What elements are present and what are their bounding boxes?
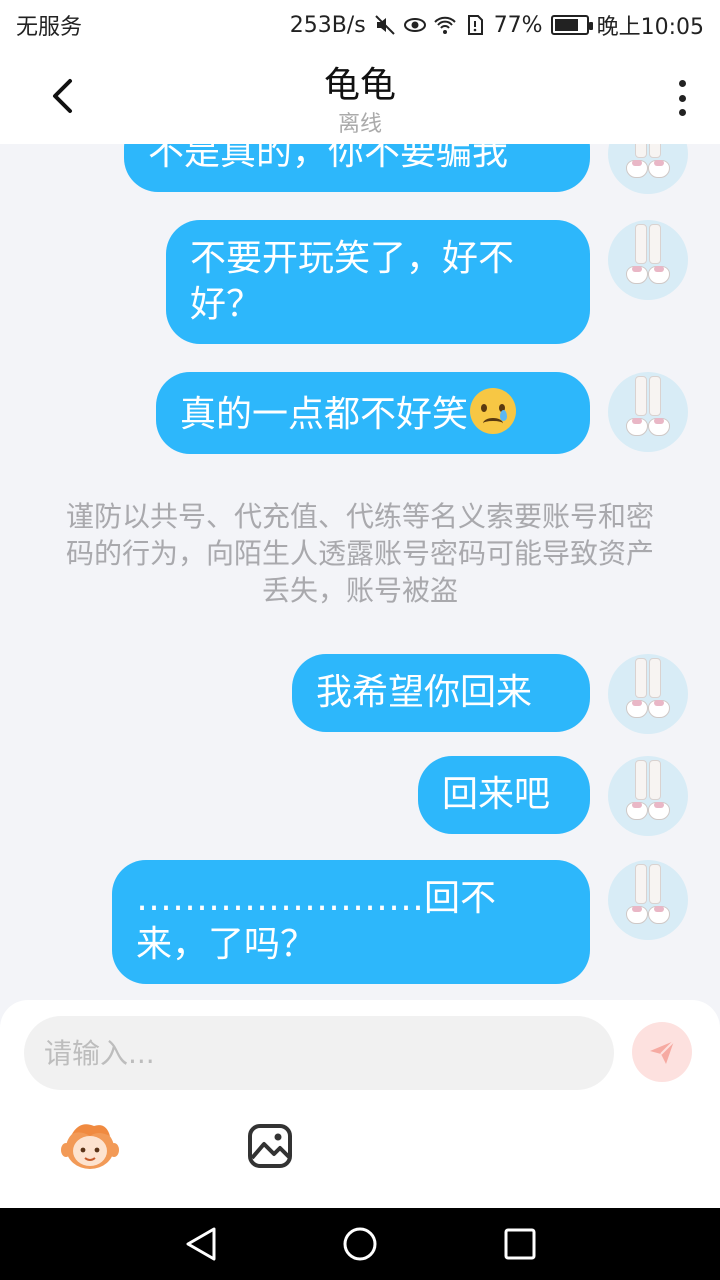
network-speed: 253B/s [289,12,366,38]
security-notice: 谨防以共号、代充值、代练等名义索要账号和密码的行为，向陌生人透露账号密码可能导致… [65,500,654,607]
more-dot-icon [678,80,686,87]
message-bubble[interactable]: 我希望你回来 [292,654,590,732]
status-icons: 253B/s 77% 晚上10:05 [290,9,704,41]
composer-panel [0,1000,720,1208]
contact-status: 离线 [337,112,382,137]
more-dot-icon [678,109,686,116]
emoji-sticker-button[interactable] [60,1118,120,1174]
chat-header: 龟龟 离线 [0,50,720,144]
battery-percent: 77% [493,12,543,38]
user-avatar[interactable] [608,220,688,300]
message-input[interactable] [24,1016,614,1090]
more-dot-icon [678,94,686,102]
message-bubble[interactable]: 真的一点都不好笑 [156,372,590,454]
message-row: 真的一点都不好笑 [156,372,688,454]
user-avatar[interactable] [608,860,688,940]
sim-icon [467,15,483,35]
battery-icon [550,15,593,35]
more-options-button[interactable] [670,76,694,120]
message-row: 不是真的，你不要骗我 [124,144,688,194]
carrier-label: 无服务 [16,15,83,40]
image-picker-button[interactable] [246,1122,294,1170]
user-avatar[interactable] [608,144,688,194]
nav-back-icon[interactable] [182,1226,222,1262]
message-row: 不要开玩笑了，好不好？ [166,220,688,344]
message-bubble[interactable]: 不要开玩笑了，好不好？ [166,220,590,344]
wifi-icon [433,16,456,34]
mute-icon [374,15,395,35]
message-bubble[interactable]: ……………………回不来，了吗？ [112,860,590,984]
message-text: 真的一点都不好笑 [180,394,469,435]
user-avatar[interactable] [608,756,688,836]
system-navigation-bar [0,1208,720,1280]
message-bubble[interactable]: 不是真的，你不要骗我 [124,144,590,192]
message-list[interactable]: 不是真的，你不要骗我 不要开玩笑了，好不好？ 真的一点都不好笑 谨防以共号、代充… [0,144,720,1000]
message-row: 回来吧 [418,756,688,836]
message-bubble[interactable]: 回来吧 [418,756,590,834]
send-button[interactable] [632,1022,692,1082]
status-bar: 无服务 253B/s 77% 晚上10:05 [0,0,720,50]
message-row: 我希望你回来 [292,654,688,734]
crying-face-emoji-icon [470,388,517,434]
contact-name: 龟龟 [323,65,396,106]
clock: 晚上10:05 [596,15,704,40]
nav-recents-icon[interactable] [500,1226,540,1262]
message-row: ……………………回不来，了吗？ [112,860,688,984]
send-icon [650,1040,675,1064]
user-avatar[interactable] [608,372,688,452]
nav-home-icon[interactable] [340,1226,380,1262]
user-avatar[interactable] [608,654,688,734]
eye-icon [403,18,426,32]
